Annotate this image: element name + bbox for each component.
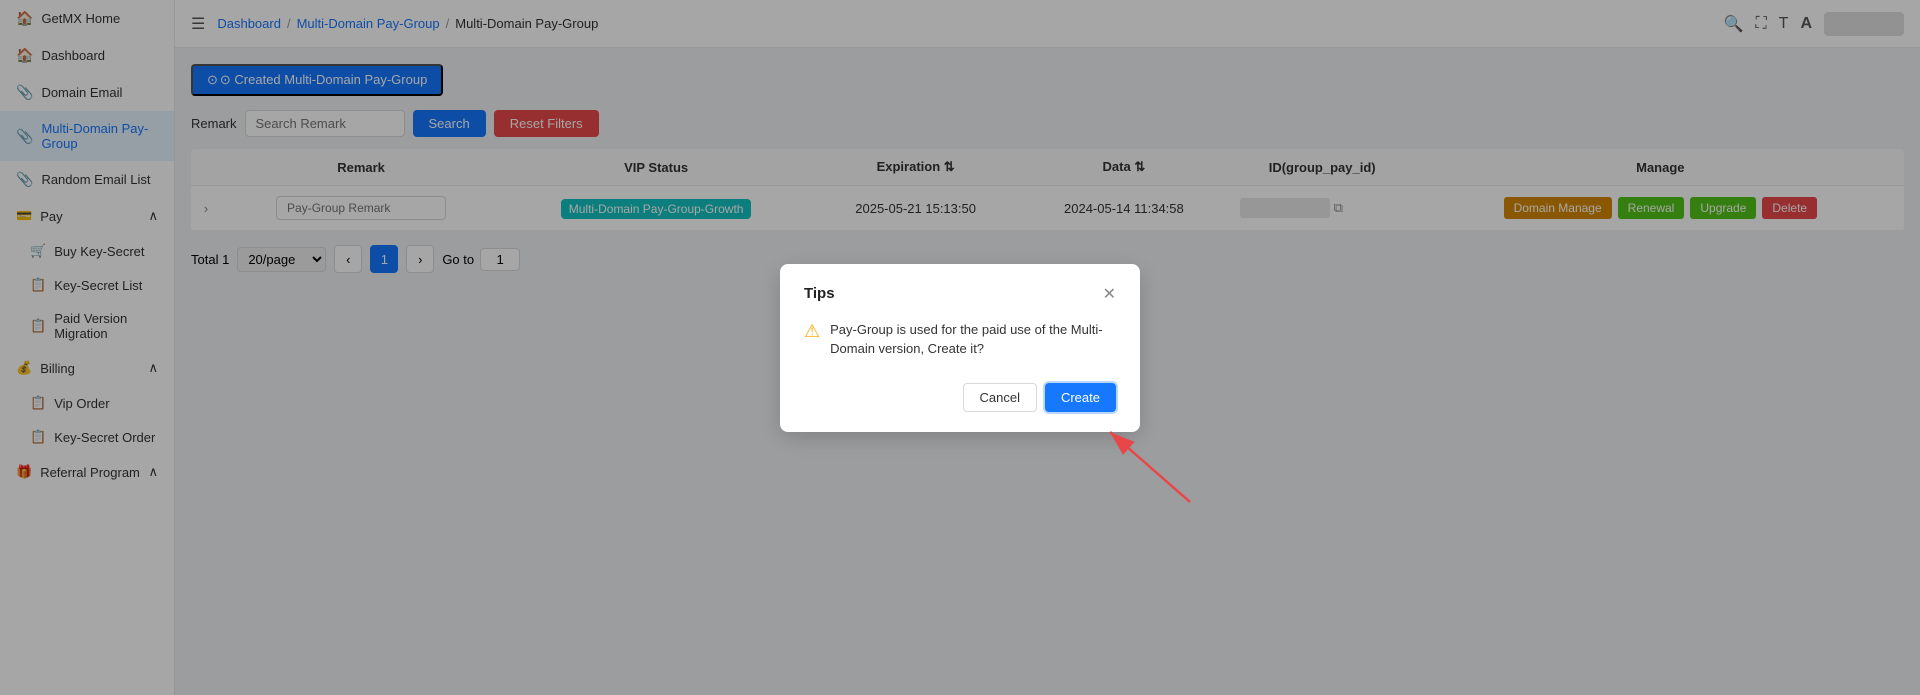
modal-overlay[interactable]: Tips ✕ ⚠ Pay-Group is used for the paid …	[0, 0, 1920, 695]
create-button[interactable]: Create	[1045, 383, 1116, 412]
modal-body: ⚠ Pay-Group is used for the paid use of …	[804, 320, 1116, 359]
cancel-button[interactable]: Cancel	[963, 383, 1037, 412]
warning-icon: ⚠	[804, 321, 820, 342]
modal-message: Pay-Group is used for the paid use of th…	[830, 320, 1116, 359]
modal-footer: Cancel Create	[804, 383, 1116, 412]
modal-header: Tips ✕	[804, 284, 1116, 304]
tips-modal: Tips ✕ ⚠ Pay-Group is used for the paid …	[780, 264, 1140, 432]
modal-close-button[interactable]: ✕	[1103, 284, 1116, 304]
arrow-annotation	[1080, 412, 1200, 512]
modal-title: Tips	[804, 285, 835, 302]
